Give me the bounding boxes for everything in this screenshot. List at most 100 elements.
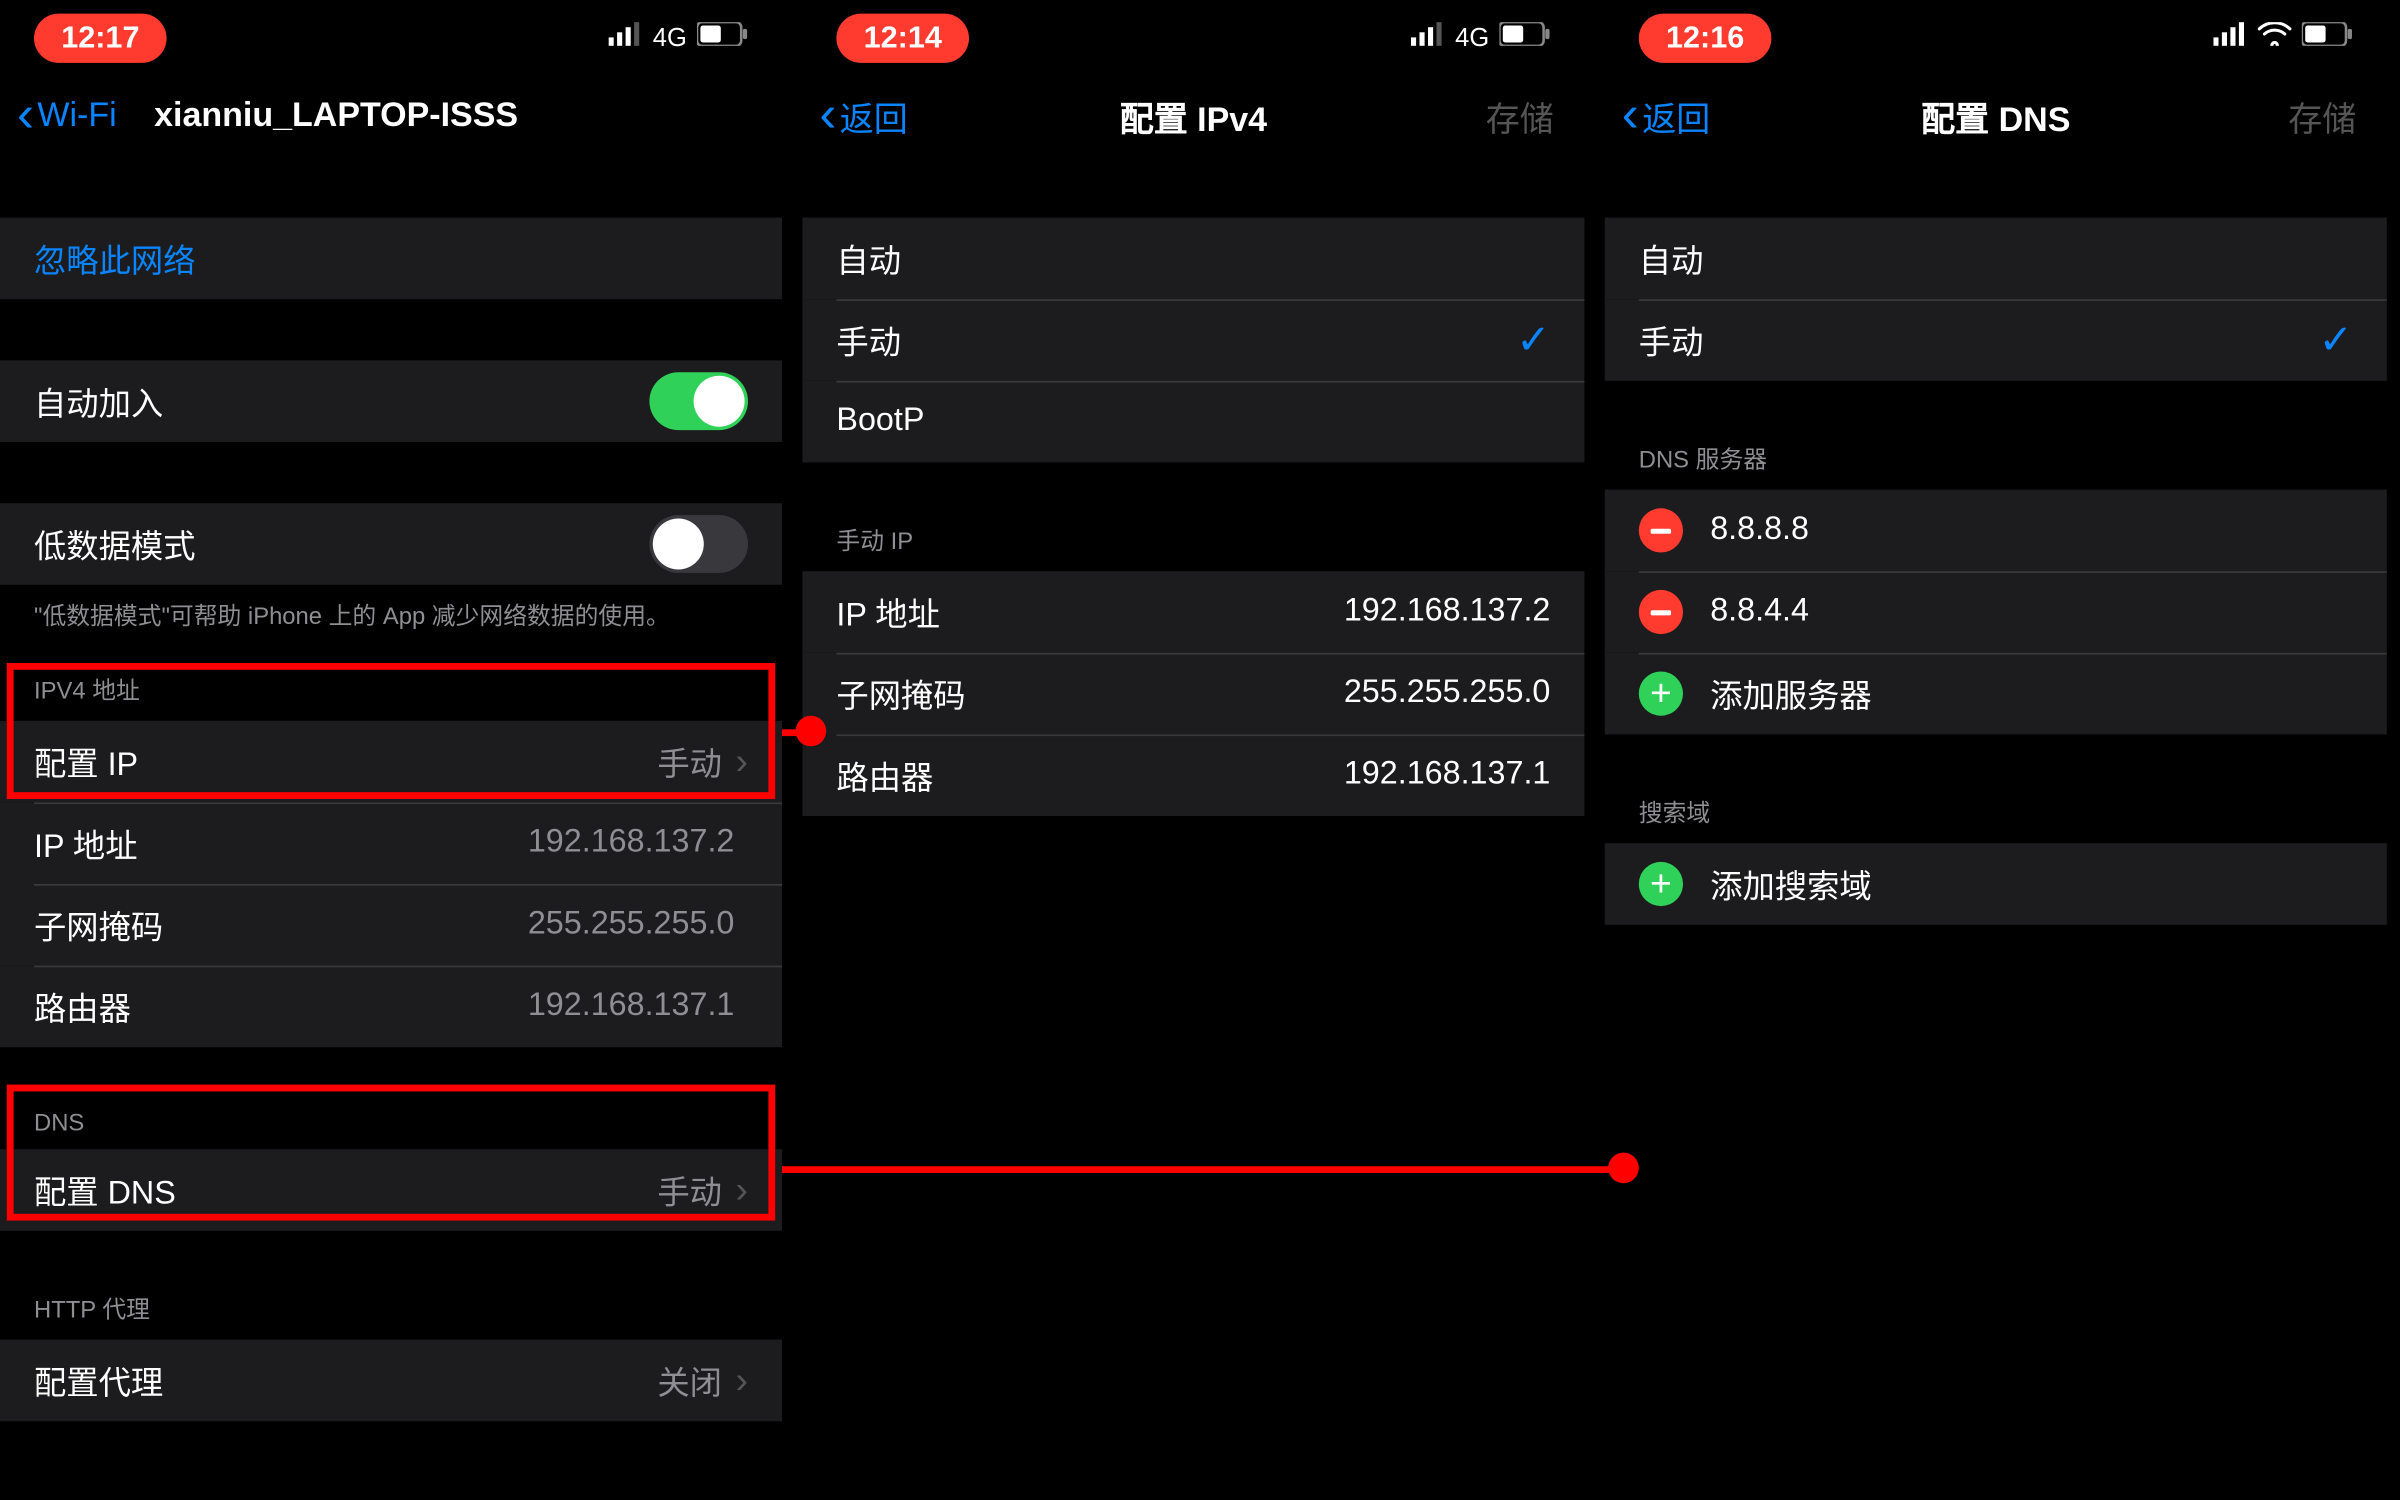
add-search-row[interactable]: + 添加搜索域 <box>1605 843 2387 925</box>
manual-ip-header: 手动 IP <box>802 524 1584 572</box>
auto-join-toggle[interactable] <box>649 372 748 430</box>
ip-value: 192.168.137.2 <box>1344 593 1551 630</box>
dns-server-row[interactable]: 8.8.8.8 <box>1605 490 2387 572</box>
auto-label: 自动 <box>1639 235 2353 281</box>
configure-dns-value: 手动 <box>657 1167 722 1213</box>
page-title: 配置 DNS <box>1921 91 2070 140</box>
chevron-left-icon: ‹ <box>1622 90 1639 141</box>
time-pill: 12:14 <box>836 13 969 62</box>
remove-icon[interactable] <box>1639 590 1683 634</box>
configure-proxy-value: 关闭 <box>657 1357 722 1403</box>
low-data-note: "低数据模式"可帮助 iPhone 上的 App 减少网络数据的使用。 <box>0 585 782 633</box>
manual-option[interactable]: 手动 ✓ <box>1605 299 2387 381</box>
nav-bar: ‹ Wi-Fi xianniu_LAPTOP-ISSS <box>0 75 782 157</box>
configure-dns-cell[interactable]: 配置 DNS 手动 › <box>0 1149 782 1231</box>
ip-address-value: 192.168.137.2 <box>528 825 735 862</box>
ip-address-label: IP 地址 <box>34 820 528 866</box>
dns-header: DNS <box>0 1108 782 1149</box>
ip-label: IP 地址 <box>836 589 1343 635</box>
dns-server-value: 8.8.4.4 <box>1710 593 2353 630</box>
back-label: 返回 <box>1642 91 1710 140</box>
forget-network-label: 忽略此网络 <box>34 235 748 281</box>
configure-ip-cell[interactable]: 配置 IP 手动 › <box>0 721 782 803</box>
bootp-label: BootP <box>836 403 1550 440</box>
subnet-input-cell[interactable]: 子网掩码 255.255.255.0 <box>802 653 1584 735</box>
status-right: 4G <box>609 22 748 53</box>
status-bar: 12:17 4G <box>0 0 782 75</box>
checkmark-icon: ✓ <box>2319 315 2353 364</box>
auto-join-cell[interactable]: 自动加入 <box>0 360 782 442</box>
router-input-cell[interactable]: 路由器 192.168.137.1 <box>802 734 1584 816</box>
dns-server-row[interactable]: 8.8.4.4 <box>1605 571 2387 653</box>
dns-servers-header: DNS 服务器 <box>1605 442 2387 490</box>
time-pill: 12:16 <box>1639 13 1772 62</box>
back-button[interactable]: ‹ Wi-Fi <box>17 90 117 141</box>
add-search-label: 添加搜索域 <box>1710 861 2353 907</box>
battery-icon <box>697 22 748 53</box>
battery-icon <box>2302 22 2353 53</box>
signal-icon <box>609 22 643 53</box>
router-label: 路由器 <box>34 983 528 1029</box>
router-label: 路由器 <box>836 752 1343 798</box>
add-icon[interactable]: + <box>1639 672 1683 716</box>
subnet-value: 255.255.255.0 <box>528 906 735 943</box>
ip-input-cell[interactable]: IP 地址 192.168.137.2 <box>802 571 1584 653</box>
chevron-left-icon: ‹ <box>819 90 836 141</box>
router-cell: 路由器 192.168.137.1 <box>0 966 782 1048</box>
subnet-label: 子网掩码 <box>836 671 1343 717</box>
configure-dns-label: 配置 DNS <box>34 1167 657 1213</box>
search-domain-header: 搜索域 <box>1605 796 2387 844</box>
page-title: 配置 IPv4 <box>1120 91 1267 140</box>
configure-ip-value: 手动 <box>657 739 722 785</box>
subnet-cell: 子网掩码 255.255.255.0 <box>0 884 782 966</box>
auto-option[interactable]: 自动 <box>802 218 1584 300</box>
chevron-right-icon: › <box>736 740 748 784</box>
nav-bar: ‹ 返回 配置 DNS 存储 <box>1605 75 2387 157</box>
arrow-dot-ipv4 <box>796 716 827 747</box>
ip-address-cell: IP 地址 192.168.137.2 <box>0 802 782 884</box>
router-value: 192.168.137.1 <box>1344 757 1551 794</box>
chevron-right-icon: › <box>736 1168 748 1212</box>
router-value: 192.168.137.1 <box>528 988 735 1025</box>
back-button[interactable]: ‹ 返回 <box>1622 90 1710 141</box>
configure-proxy-label: 配置代理 <box>34 1357 657 1403</box>
forget-network-cell[interactable]: 忽略此网络 <box>0 218 782 300</box>
network-label: 4G <box>653 23 687 52</box>
manual-label: 手动 <box>836 317 1516 363</box>
remove-icon[interactable] <box>1639 508 1683 552</box>
add-icon[interactable]: + <box>1639 862 1683 906</box>
battery-icon <box>1499 22 1550 53</box>
dns-server-value: 8.8.8.8 <box>1710 512 2353 549</box>
save-button[interactable]: 存储 <box>2288 91 2356 140</box>
arrow-to-dns <box>782 1166 1615 1173</box>
status-right: 4G <box>1411 22 1550 53</box>
low-data-label: 低数据模式 <box>34 521 649 567</box>
network-label: 4G <box>1455 23 1489 52</box>
status-bar: 12:14 4G <box>802 0 1584 75</box>
time-pill: 12:17 <box>34 13 167 62</box>
auto-option[interactable]: 自动 <box>1605 218 2387 300</box>
nav-bar: ‹ 返回 配置 IPv4 存储 <box>802 75 1584 157</box>
low-data-cell[interactable]: 低数据模式 <box>0 503 782 585</box>
save-button[interactable]: 存储 <box>1486 91 1554 140</box>
http-header: HTTP 代理 <box>0 1292 782 1340</box>
back-label: 返回 <box>840 91 908 140</box>
status-right <box>2213 22 2352 53</box>
back-label: Wi-Fi <box>37 96 116 135</box>
manual-label: 手动 <box>1639 317 2319 363</box>
manual-option[interactable]: 手动 ✓ <box>802 299 1584 381</box>
arrow-dot-dns <box>1608 1153 1639 1184</box>
page-title: xianniu_LAPTOP-ISSS <box>154 96 518 135</box>
configure-ip-label: 配置 IP <box>34 739 657 785</box>
checkmark-icon: ✓ <box>1516 315 1550 364</box>
auto-label: 自动 <box>836 235 1550 281</box>
signal-icon <box>1411 22 1445 53</box>
configure-proxy-cell[interactable]: 配置代理 关闭 › <box>0 1340 782 1422</box>
low-data-toggle[interactable] <box>649 515 748 573</box>
add-server-label: 添加服务器 <box>1710 671 2353 717</box>
bootp-option[interactable]: BootP <box>802 381 1584 463</box>
ipv4-header: IPV4 地址 <box>0 673 782 721</box>
back-button[interactable]: ‹ 返回 <box>819 90 907 141</box>
signal-icon <box>2213 22 2247 53</box>
add-server-row[interactable]: + 添加服务器 <box>1605 653 2387 735</box>
